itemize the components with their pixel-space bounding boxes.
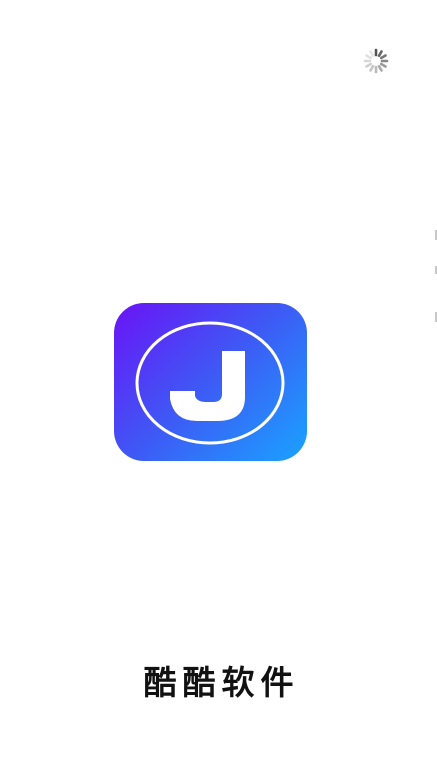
- splash-screen: 酷酷软件: [0, 0, 437, 777]
- edge-marks: [432, 230, 437, 330]
- loading-spinner-icon: [363, 48, 389, 74]
- app-logo: [114, 303, 307, 461]
- app-name: 酷酷软件: [143, 663, 300, 702]
